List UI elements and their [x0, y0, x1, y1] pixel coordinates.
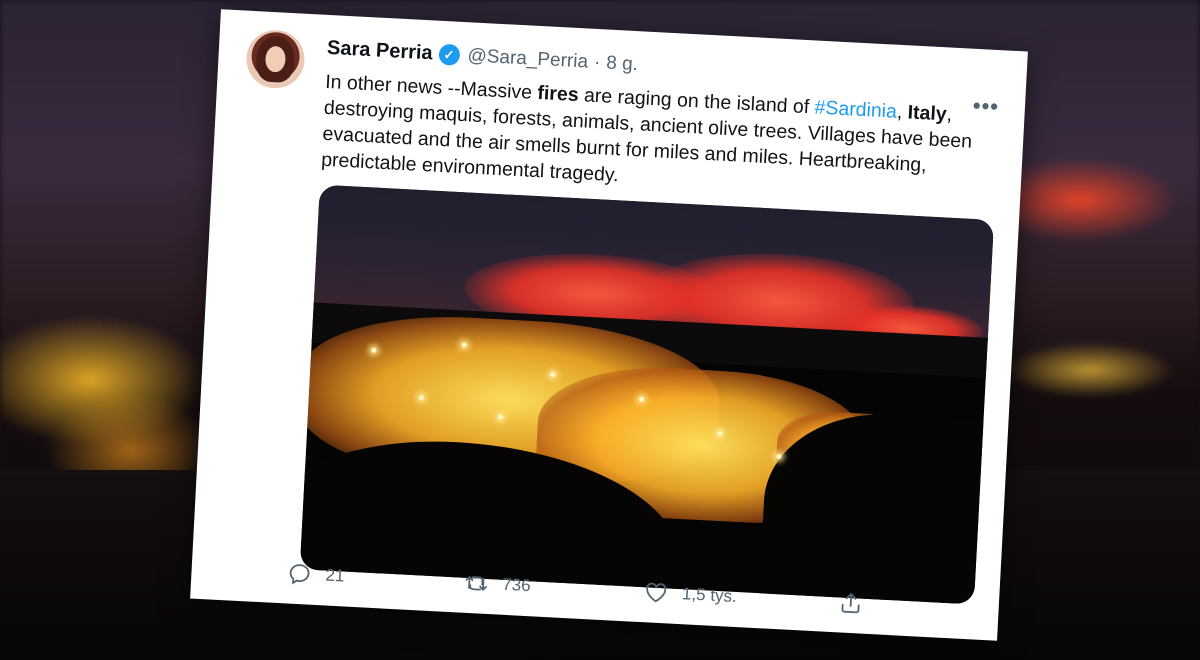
tweet-photo[interactable]: [299, 184, 995, 605]
share-icon: [841, 593, 860, 614]
text-bold-fires: fires: [536, 81, 580, 107]
tweet-header: Sara Perria ✓ @Sara_Perria · 8 g.: [326, 37, 639, 76]
like-button[interactable]: 1,5 tys.: [643, 580, 737, 609]
separator-dot: ·: [593, 51, 601, 73]
retweet-count: 736: [501, 574, 532, 596]
author-handle[interactable]: @Sara_Perria: [467, 45, 589, 73]
author-name[interactable]: Sara Perria: [326, 37, 434, 65]
tweet-card[interactable]: Sara Perria ✓ @Sara_Perria · 8 g. ••• In…: [190, 9, 1028, 641]
share-button[interactable]: [838, 590, 877, 616]
avatar[interactable]: [244, 28, 306, 90]
hashtag-link[interactable]: #Sardinia: [814, 96, 897, 122]
reply-button[interactable]: 21: [287, 562, 345, 589]
tweet-text: In other news --Massive fires are raging…: [321, 69, 991, 208]
reply-icon: [289, 564, 310, 585]
tweet-timestamp[interactable]: 8 g.: [606, 52, 639, 76]
text-bold-italy: Italy: [907, 101, 948, 126]
retweet-button[interactable]: 736: [464, 571, 532, 598]
verified-badge-icon: ✓: [438, 43, 461, 66]
heart-icon: [646, 582, 667, 603]
retweet-icon: [465, 576, 488, 591]
like-count: 1,5 tys.: [681, 584, 738, 607]
reply-count: 21: [325, 565, 345, 586]
